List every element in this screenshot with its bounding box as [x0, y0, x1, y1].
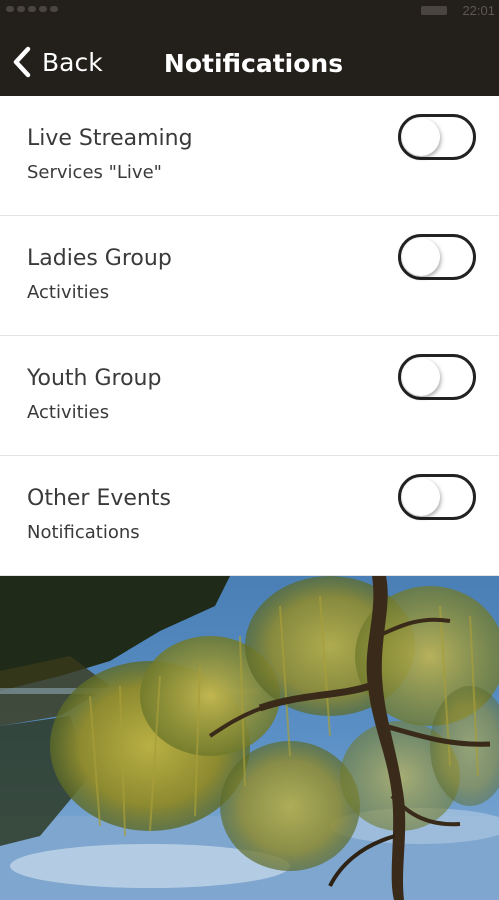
item-title: Ladies Group: [27, 246, 172, 271]
other-events-toggle[interactable]: [398, 474, 476, 520]
list-item-live-streaming: Live Streaming Services "Live": [0, 96, 499, 216]
willow-reflection-photo: [0, 576, 499, 900]
toggle-knob: [402, 358, 440, 396]
battery-icon: [421, 6, 447, 15]
item-subtitle: Services "Live": [27, 162, 162, 183]
list-item-ladies-group: Ladies Group Activities: [0, 216, 499, 336]
notifications-screen: 22:01 Back Notifications Live Streaming …: [0, 0, 499, 900]
list-item-other-events: Other Events Notifications: [0, 456, 499, 576]
notification-list: Live Streaming Services "Live" Ladies Gr…: [0, 96, 499, 576]
item-title: Other Events: [27, 486, 171, 511]
signal-icon: [6, 6, 66, 12]
live-streaming-toggle[interactable]: [398, 114, 476, 160]
ladies-group-toggle[interactable]: [398, 234, 476, 280]
status-bar: 22:01: [0, 0, 499, 22]
toggle-knob: [402, 118, 440, 156]
item-subtitle: Activities: [27, 282, 110, 303]
page-title: Notifications: [163, 49, 344, 78]
item-title: Live Streaming: [27, 126, 193, 151]
status-time: 22:01: [462, 3, 495, 18]
toggle-knob: [402, 238, 440, 276]
list-item-youth-group: Youth Group Activities: [0, 336, 499, 456]
item-subtitle: Notifications: [27, 522, 140, 543]
youth-group-toggle[interactable]: [398, 354, 476, 400]
item-title: Youth Group: [27, 366, 162, 391]
toggle-knob: [402, 478, 440, 516]
item-subtitle: Activities: [27, 402, 110, 423]
nav-bar: Back Notifications: [0, 22, 499, 96]
